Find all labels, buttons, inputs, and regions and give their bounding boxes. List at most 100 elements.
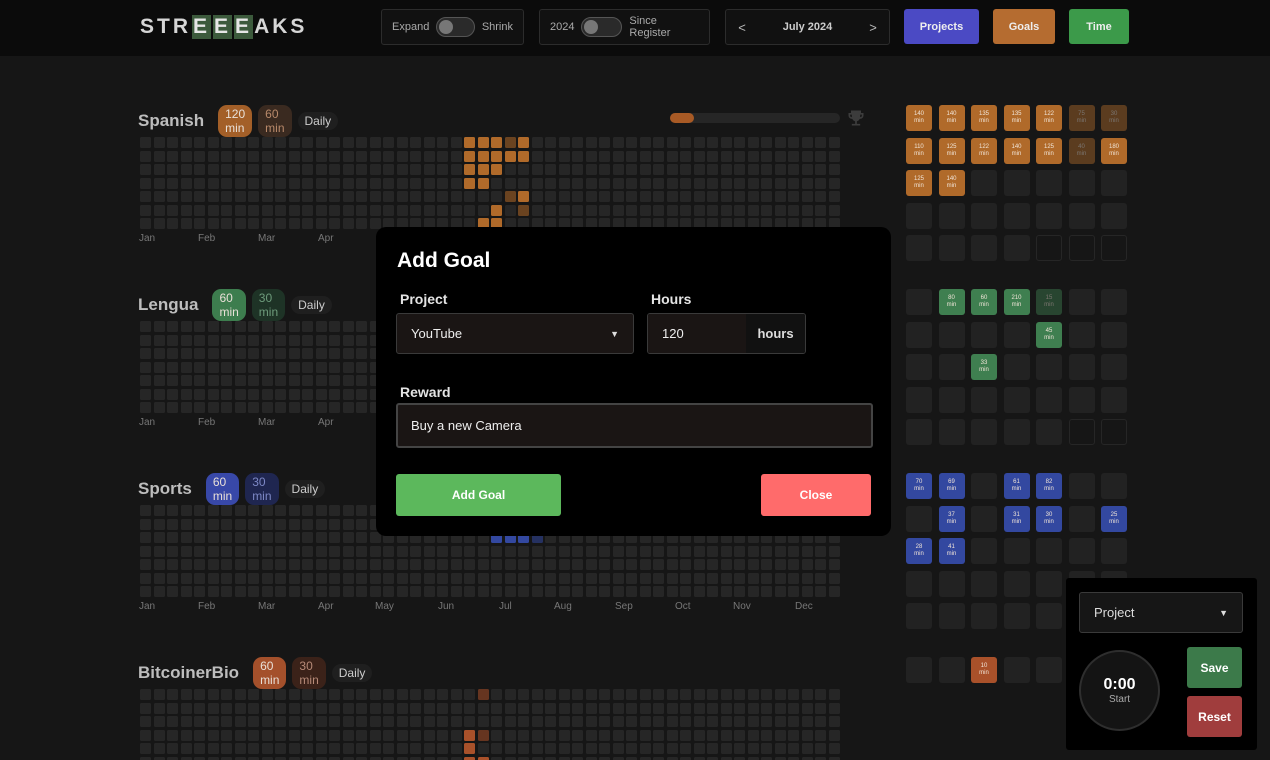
heatmap-cell[interactable] bbox=[167, 150, 178, 162]
heatmap-cell[interactable] bbox=[167, 505, 178, 516]
heatmap-cell[interactable] bbox=[410, 559, 421, 570]
heatmap-cell[interactable] bbox=[531, 756, 543, 760]
heatmap-cell[interactable] bbox=[545, 545, 556, 557]
heatmap-cell[interactable] bbox=[356, 402, 367, 413]
heatmap-cell[interactable] bbox=[558, 729, 570, 741]
heatmap-cell[interactable] bbox=[194, 586, 205, 597]
heatmap-cell[interactable] bbox=[140, 334, 151, 346]
heatmap-cell[interactable] bbox=[558, 572, 570, 584]
heatmap-cell[interactable] bbox=[369, 545, 381, 557]
heatmap-cell[interactable] bbox=[329, 756, 340, 760]
heatmap-cell[interactable] bbox=[518, 559, 529, 570]
heatmap-cell[interactable] bbox=[612, 572, 624, 584]
heatmap-cell[interactable] bbox=[194, 177, 205, 189]
heatmap-cell[interactable] bbox=[788, 204, 799, 216]
heatmap-cell[interactable] bbox=[180, 177, 192, 189]
heatmap-cell[interactable] bbox=[315, 518, 327, 530]
heatmap-cell[interactable] bbox=[693, 164, 705, 175]
heatmap-cell[interactable] bbox=[518, 689, 529, 700]
heatmap-cell[interactable] bbox=[761, 559, 772, 570]
habit-name[interactable]: Sports bbox=[138, 479, 192, 499]
heatmap-cell[interactable] bbox=[734, 545, 745, 557]
heatmap-cell[interactable] bbox=[221, 756, 232, 760]
heatmap-cell[interactable] bbox=[302, 756, 313, 760]
heatmap-cell[interactable] bbox=[207, 218, 219, 229]
heatmap-cell[interactable] bbox=[450, 164, 462, 175]
heatmap-cell[interactable] bbox=[680, 191, 691, 202]
heatmap-cell[interactable] bbox=[140, 321, 151, 332]
heatmap-cell[interactable] bbox=[747, 545, 759, 557]
heatmap-cell[interactable] bbox=[248, 164, 259, 175]
heatmap-cell[interactable] bbox=[572, 150, 583, 162]
heatmap-cell[interactable] bbox=[329, 388, 340, 400]
heatmap-cell[interactable] bbox=[153, 137, 165, 148]
heatmap-cell[interactable] bbox=[788, 191, 799, 202]
heatmap-cell[interactable] bbox=[315, 191, 327, 202]
heatmap-cell[interactable] bbox=[140, 586, 151, 597]
heatmap-cell[interactable] bbox=[626, 177, 637, 189]
heatmap-cell[interactable] bbox=[437, 150, 448, 162]
heatmap-cell[interactable] bbox=[356, 218, 367, 229]
heatmap-cell[interactable] bbox=[707, 559, 718, 570]
heatmap-cell[interactable] bbox=[302, 689, 313, 700]
heatmap-cell[interactable] bbox=[828, 702, 840, 714]
heatmap-cell[interactable] bbox=[747, 586, 759, 597]
heatmap-cell[interactable] bbox=[504, 756, 516, 760]
heatmap-cell[interactable] bbox=[761, 743, 772, 754]
heatmap-cell[interactable] bbox=[248, 559, 259, 570]
heatmap-cell[interactable] bbox=[531, 702, 543, 714]
heatmap-cell[interactable] bbox=[410, 545, 421, 557]
heatmap-cell[interactable] bbox=[653, 559, 664, 570]
heatmap-cell[interactable] bbox=[221, 402, 232, 413]
heatmap-cell[interactable] bbox=[288, 321, 300, 332]
heatmap-cell[interactable] bbox=[302, 743, 313, 754]
heatmap-cell[interactable] bbox=[599, 729, 610, 741]
heatmap-cell[interactable] bbox=[707, 729, 718, 741]
heatmap-cell[interactable] bbox=[329, 150, 340, 162]
heatmap-cell[interactable] bbox=[356, 532, 367, 543]
heatmap-cell[interactable] bbox=[437, 572, 448, 584]
heatmap-cell[interactable] bbox=[342, 702, 354, 714]
heatmap-cell[interactable] bbox=[680, 204, 691, 216]
heatmap-cell[interactable] bbox=[302, 361, 313, 373]
heatmap-cell[interactable] bbox=[140, 191, 151, 202]
heatmap-cell[interactable] bbox=[261, 348, 273, 359]
heatmap-cell[interactable] bbox=[369, 559, 381, 570]
heatmap-cell[interactable] bbox=[639, 150, 651, 162]
heatmap-cell[interactable] bbox=[288, 559, 300, 570]
heatmap-cell[interactable] bbox=[167, 743, 178, 754]
calendar-day[interactable]: 61 min bbox=[1003, 473, 1030, 499]
heatmap-cell[interactable] bbox=[153, 204, 165, 216]
heatmap-cell[interactable] bbox=[707, 177, 718, 189]
heatmap-cell[interactable] bbox=[248, 150, 259, 162]
calendar-day[interactable]: 75 min bbox=[1068, 105, 1095, 131]
heatmap-cell[interactable] bbox=[167, 334, 178, 346]
heatmap-cell[interactable] bbox=[518, 150, 529, 162]
heatmap-cell[interactable] bbox=[585, 729, 597, 741]
heatmap-cell[interactable] bbox=[302, 321, 313, 332]
heatmap-cell[interactable] bbox=[491, 545, 502, 557]
close-button[interactable]: Close bbox=[761, 474, 871, 516]
heatmap-cell[interactable] bbox=[504, 572, 516, 584]
heatmap-cell[interactable] bbox=[302, 334, 313, 346]
heatmap-cell[interactable] bbox=[666, 559, 678, 570]
heatmap-cell[interactable] bbox=[788, 729, 799, 741]
heatmap-cell[interactable] bbox=[558, 756, 570, 760]
heatmap-cell[interactable] bbox=[639, 702, 651, 714]
heatmap-cell[interactable] bbox=[572, 177, 583, 189]
heatmap-cell[interactable] bbox=[518, 177, 529, 189]
calendar-day[interactable] bbox=[1068, 505, 1095, 532]
calendar-day[interactable] bbox=[1036, 202, 1062, 229]
heatmap-cell[interactable] bbox=[356, 191, 367, 202]
heatmap-cell[interactable] bbox=[761, 137, 772, 148]
heatmap-cell[interactable] bbox=[801, 204, 813, 216]
heatmap-cell[interactable] bbox=[464, 572, 475, 584]
heatmap-cell[interactable] bbox=[207, 388, 219, 400]
heatmap-cell[interactable] bbox=[423, 204, 435, 216]
heatmap-cell[interactable] bbox=[680, 729, 691, 741]
heatmap-cell[interactable] bbox=[572, 756, 583, 760]
heatmap-cell[interactable] bbox=[801, 743, 813, 754]
heatmap-cell[interactable] bbox=[315, 361, 327, 373]
heatmap-cell[interactable] bbox=[261, 402, 273, 413]
heatmap-cell[interactable] bbox=[747, 743, 759, 754]
